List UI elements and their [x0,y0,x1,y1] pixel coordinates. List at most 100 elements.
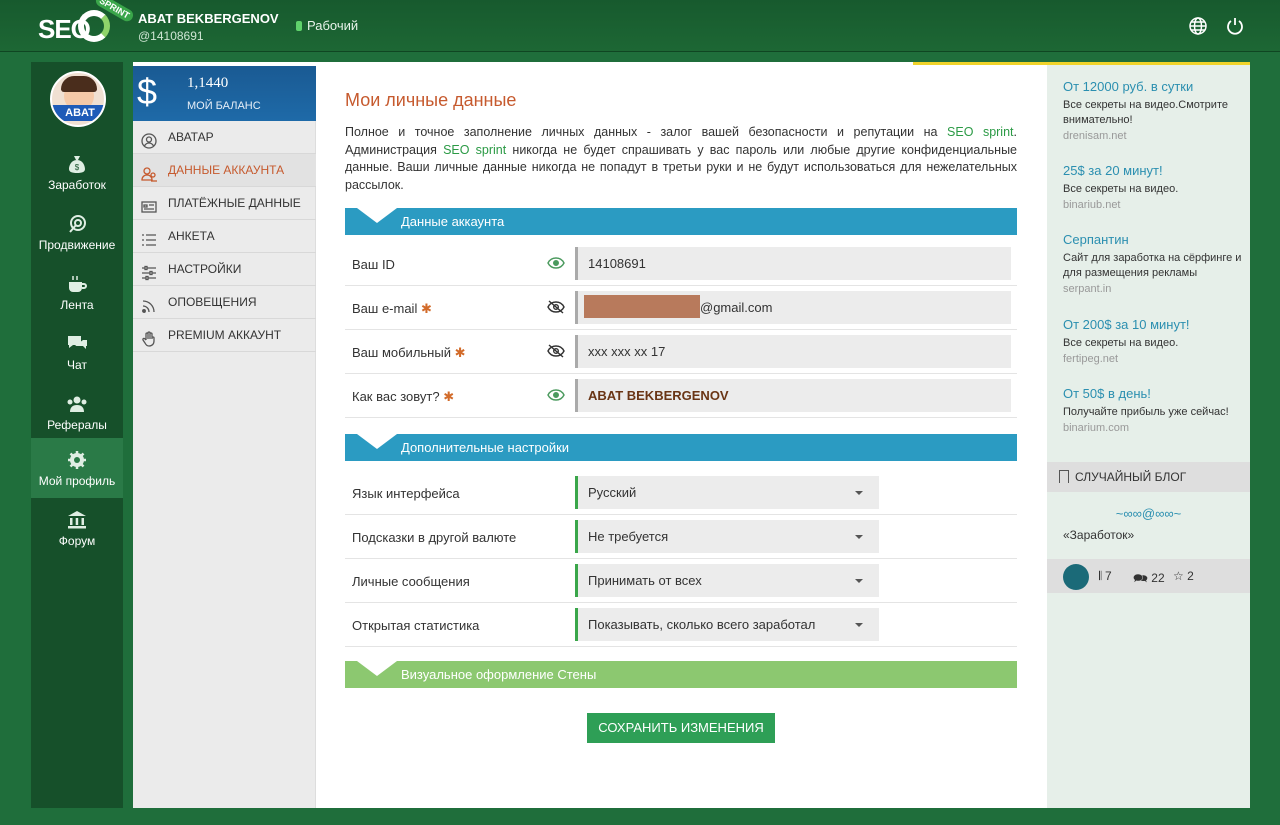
rail-item-chat[interactable]: Чат [31,322,123,382]
sliders-icon [141,261,157,281]
required-mark: ✱ [454,345,466,360]
work-status[interactable]: Рабочий [296,18,358,33]
blog-avatar[interactable] [1063,564,1089,590]
menu-item-settings[interactable]: НАСТРОЙКИ [133,253,316,286]
menu-item-payment-data[interactable]: ПЛАТЁЖНЫЕ ДАННЫЕ [133,187,316,220]
balance-box[interactable]: $ 1,1440 МОЙ БАЛАНС [133,66,316,121]
section-wall-design[interactable]: Визуальное оформление Стены [345,661,1017,688]
rail-item-promotion[interactable]: Продвижение [31,202,123,262]
caret-down-icon [855,535,863,539]
menu-label: ДАННЫЕ АККАУНТА [168,163,285,177]
section-account-data[interactable]: Данные аккаунта [345,208,1017,235]
logo-ring [78,10,110,42]
left-rail: ABAT $ Заработок Продвижение Лента Чат Р… [31,62,123,808]
header-user-name[interactable]: ABAT BEKBERGENOV [138,11,279,26]
user-circle-icon [141,129,157,149]
ad-item[interactable]: От 12000 руб. в сутки Все секреты на вид… [1063,79,1243,142]
page-title: Мои личные данные [345,90,517,110]
menu-label: НАСТРОЙКИ [168,262,242,276]
rail-item-profile[interactable]: Мой профиль [31,438,123,498]
list-icon [141,228,157,246]
email-domain: @gmail.com [700,300,773,315]
currency-hints-select[interactable]: Не требуется [575,520,879,553]
redacted-block [584,295,700,318]
user-id-field: 14108691 [575,247,1011,280]
star-icon: ☆ [1173,569,1184,583]
field-label-text: Как вас зовут? [352,389,440,404]
intro-text: Полное и точное заполнение личных данных… [345,124,1017,194]
save-button[interactable]: СОХРАНИТЬ ИЗМЕНЕНИЯ [587,713,775,743]
globe-icon[interactable] [1188,16,1208,36]
required-mark: ✱ [443,389,455,404]
ad-item[interactable]: Серпантин Сайт для заработка на сёрфинге… [1063,232,1243,295]
posts-value: 7 [1105,569,1112,583]
blog-header-label: СЛУЧАЙНЫЙ БЛОГ [1075,470,1187,484]
name-field[interactable]: ABAT BEKBERGENOV [575,379,1011,412]
logo[interactable]: SEO SPRINT [38,0,136,48]
target-icon [66,214,88,234]
balance-label: МОЙ БАЛАНС [187,100,261,112]
ad-title[interactable]: Серпантин [1063,232,1243,247]
field-row-id: Ваш ID 14108691 [345,243,1017,286]
caret-down-icon [855,623,863,627]
users-icon [66,394,88,414]
brand-link[interactable]: SEO sprint [443,143,506,157]
comments-icon: 🗪 [1133,571,1148,585]
ad-title[interactable]: От 12000 руб. в сутки [1063,79,1243,94]
ad-title[interactable]: От 200$ за 10 минут! [1063,317,1243,332]
rail-label: Мой профиль [38,474,116,488]
menu-item-avatar[interactable]: АВАТАР [133,121,316,154]
ad-site: drenisam.net [1063,130,1127,142]
field-label: Ваш ID [352,257,395,272]
blog-title[interactable]: «Заработок» [1063,528,1134,542]
eye-off-icon[interactable] [547,344,565,358]
rss-icon [141,294,157,313]
rail-item-referrals[interactable]: Рефералы [31,382,123,442]
ad-item[interactable]: 25$ за 20 минут! Все секреты на видео. b… [1063,163,1243,211]
email-field[interactable]: @gmail.com [575,291,1011,324]
ad-site: serpant.in [1063,283,1112,295]
section-label: Дополнительные настройки [401,440,570,455]
messages-select[interactable]: Принимать от всех [575,564,879,597]
blog-ornament: ~∞∞@∞∞~ [1115,506,1182,521]
ad-title[interactable]: От 50$ в день! [1063,386,1243,401]
menu-item-questionnaire[interactable]: АНКЕТА [133,220,316,253]
ad-desc: Все секреты на видео. [1063,183,1179,195]
eye-icon[interactable] [547,256,565,270]
brand-link[interactable]: SEO sprint [947,125,1013,139]
ad-item[interactable]: От 50$ в день! Получайте прибыль уже сей… [1063,386,1243,434]
ad-site: binarium.com [1063,422,1130,434]
profile-menu: $ 1,1440 МОЙ БАЛАНС АВАТАР ДАННЫЕ АККАУН… [133,66,316,808]
stars-value: 2 [1187,569,1194,583]
menu-item-notifications[interactable]: ОПОВЕЩЕНИЯ [133,286,316,319]
field-row-phone: Ваш мобильный ✱ xxx xxx xx 17 [345,331,1017,374]
eye-icon[interactable] [547,388,565,402]
ad-title[interactable]: 25$ за 20 минут! [1063,163,1243,178]
setting-row-currency-hints: Подсказки в другой валюте Не требуется [345,516,1017,559]
rail-item-earnings[interactable]: $ Заработок [31,142,123,202]
bookmark-icon [1059,470,1069,483]
field-label: Ваш мобильный ✱ [352,345,466,361]
phone-field[interactable]: xxx xxx xx 17 [575,335,1011,368]
chevron-down-icon [357,434,397,449]
setting-label: Открытая статистика [352,618,480,633]
statistics-select[interactable]: Показывать, сколько всего заработал [575,608,879,641]
ad-item[interactable]: От 200$ за 10 минут! Все секреты на виде… [1063,317,1243,365]
caret-down-icon [855,579,863,583]
ads-column: От 12000 руб. в сутки Все секреты на вид… [1047,65,1250,808]
language-select[interactable]: Русский [575,476,879,509]
status-label: Рабочий [307,18,359,33]
rail-item-feed[interactable]: Лента [31,262,123,322]
ad-desc: Получайте прибыль уже сейчас! [1063,406,1229,418]
caret-down-icon [855,491,863,495]
avatar[interactable]: ABAT [50,71,106,127]
blog-footer: 𝄃 7 🗪 22 ☆ 2 [1047,559,1250,593]
power-icon[interactable] [1225,16,1245,36]
section-extra-settings[interactable]: Дополнительные настройки [345,434,1017,461]
rail-item-forum[interactable]: Форум [31,498,123,558]
menu-item-premium[interactable]: PREMIUM АККАУНТ [133,319,316,352]
menu-item-account-data[interactable]: ДАННЫЕ АККАУНТА [133,154,316,187]
books-icon: 𝄃 [1099,569,1102,583]
eye-off-icon[interactable] [547,300,565,314]
field-label-text: Ваш e-mail [352,301,418,316]
